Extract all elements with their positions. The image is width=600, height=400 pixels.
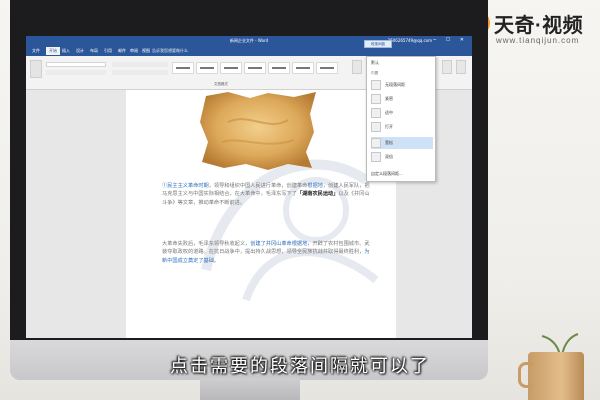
spacing-option-tight[interactable]: 适中 <box>371 107 433 119</box>
custom-spacing-option[interactable]: 自定义段落间距... <box>371 171 433 179</box>
styles-group-label: 文档格式 <box>214 82 228 86</box>
page-border-button[interactable] <box>456 60 466 74</box>
paragraph-spacing-button[interactable]: 段落间距 <box>364 40 392 48</box>
page-color-button[interactable] <box>442 60 452 74</box>
tab-mailings[interactable]: 邮件 <box>118 48 126 54</box>
para2-run: ，创建了井冈山革命根据地 <box>245 241 308 247</box>
tab-layout[interactable]: 布局 <box>90 48 98 54</box>
style-gallery-item[interactable] <box>196 62 218 74</box>
tab-review[interactable]: 审阅 <box>130 48 138 54</box>
spacing-preview-icon <box>371 94 381 104</box>
user-account[interactable]: 2506265749@qq.com <box>388 38 432 43</box>
tab-view[interactable]: 视图 <box>142 48 150 54</box>
theme-button[interactable] <box>352 60 362 74</box>
font-format-buttons[interactable] <box>46 70 106 75</box>
spacing-preview-icon <box>371 80 381 90</box>
parchment-image <box>200 92 316 170</box>
alignment-buttons[interactable] <box>112 70 168 75</box>
spacing-preview-icon <box>371 122 381 132</box>
option-label: 无段落间距 <box>385 82 405 87</box>
spacing-option-compact[interactable]: 紧密 <box>371 93 433 105</box>
monitor-stand <box>200 378 300 400</box>
option-label: 紧密 <box>385 96 393 101</box>
builtin-section-label: 内置 <box>371 71 379 75</box>
option-label: 宽松 <box>385 140 393 145</box>
title-bar: 新闻企业文件 - Word 2506265749@qq.com ─ ☐ ✕ <box>26 36 472 46</box>
style-gallery-item[interactable] <box>268 62 290 74</box>
video-subtitle: 点击需要的段落间隔就可以了 <box>170 356 430 377</box>
option-label: 适中 <box>385 110 393 115</box>
tab-file[interactable]: 文件 <box>32 48 40 54</box>
spacing-preview-icon <box>371 152 381 162</box>
paragraph-buttons[interactable] <box>112 62 168 67</box>
para1-run: 根据地 <box>307 183 323 189</box>
tab-references[interactable]: 引用 <box>104 48 112 54</box>
tell-me-box[interactable]: 告诉我您想要做什么 <box>152 48 188 54</box>
window-controls[interactable]: ─ ☐ ✕ <box>433 37 468 43</box>
para1-run: 「湖南农民运动」 <box>296 191 339 198</box>
spacing-option-relaxed[interactable]: 宽松 <box>371 137 433 149</box>
tab-home[interactable]: 开始 <box>46 47 60 55</box>
document-page[interactable]: ①民主主义革命时期，领导和组织中国人民进行革命，创建革命根据地，创建人民军队，把… <box>126 90 396 338</box>
paragraph-1[interactable]: ①民主主义革命时期，领导和组织中国人民进行革命，创建革命根据地，创建人民军队，把… <box>162 182 370 207</box>
spacing-option-double[interactable]: 双倍 <box>371 151 433 163</box>
style-gallery-item[interactable] <box>292 62 314 74</box>
spacing-option-none[interactable]: 无段落间距 <box>371 79 433 91</box>
font-name-select[interactable] <box>46 62 106 67</box>
para1-run: ，领导和组织中国人民进行革命，创建革命 <box>208 183 308 189</box>
tab-insert[interactable]: 插入 <box>62 48 70 54</box>
style-gallery-item[interactable] <box>220 62 242 74</box>
style-gallery-item[interactable] <box>316 62 338 74</box>
word-window: 新闻企业文件 - Word 2506265749@qq.com ─ ☐ ✕ 文件… <box>26 36 472 338</box>
ribbon-tabs: 文件 开始 插入 设计 布局 引用 邮件 审阅 视图 告诉我您想要做什么 <box>26 46 472 56</box>
paragraph-2[interactable]: 大革命失败后，毛泽东领导秋收起义，创建了井冈山革命根据地，开辟了农村包围城市、武… <box>162 240 370 265</box>
spacing-preview-icon <box>371 138 381 148</box>
para2-run: 。 <box>213 257 220 264</box>
spacing-option-open[interactable]: 打开 <box>371 121 433 133</box>
option-label: 双倍 <box>385 154 393 159</box>
spacing-preview-icon <box>371 108 381 118</box>
default-option[interactable]: 默认 <box>371 60 379 66</box>
logo-name: 天奇·视频 <box>494 15 584 37</box>
option-label: 打开 <box>385 124 393 129</box>
logo-url: www.tianqijun.com <box>496 36 580 45</box>
style-gallery-item[interactable] <box>244 62 266 74</box>
paste-button[interactable] <box>30 60 42 78</box>
tab-design[interactable]: 设计 <box>76 48 84 54</box>
para1-run: ①民主主义革命时期 <box>162 183 209 189</box>
para2-run: 大革命失败后，毛泽东领导秋收起义 <box>162 241 246 247</box>
style-gallery-item[interactable] <box>172 62 194 74</box>
paragraph-spacing-dropdown: 默认 内置 无段落间距 紧密 适中 打开 宽松 双倍 自定义段落间距... <box>366 56 436 182</box>
